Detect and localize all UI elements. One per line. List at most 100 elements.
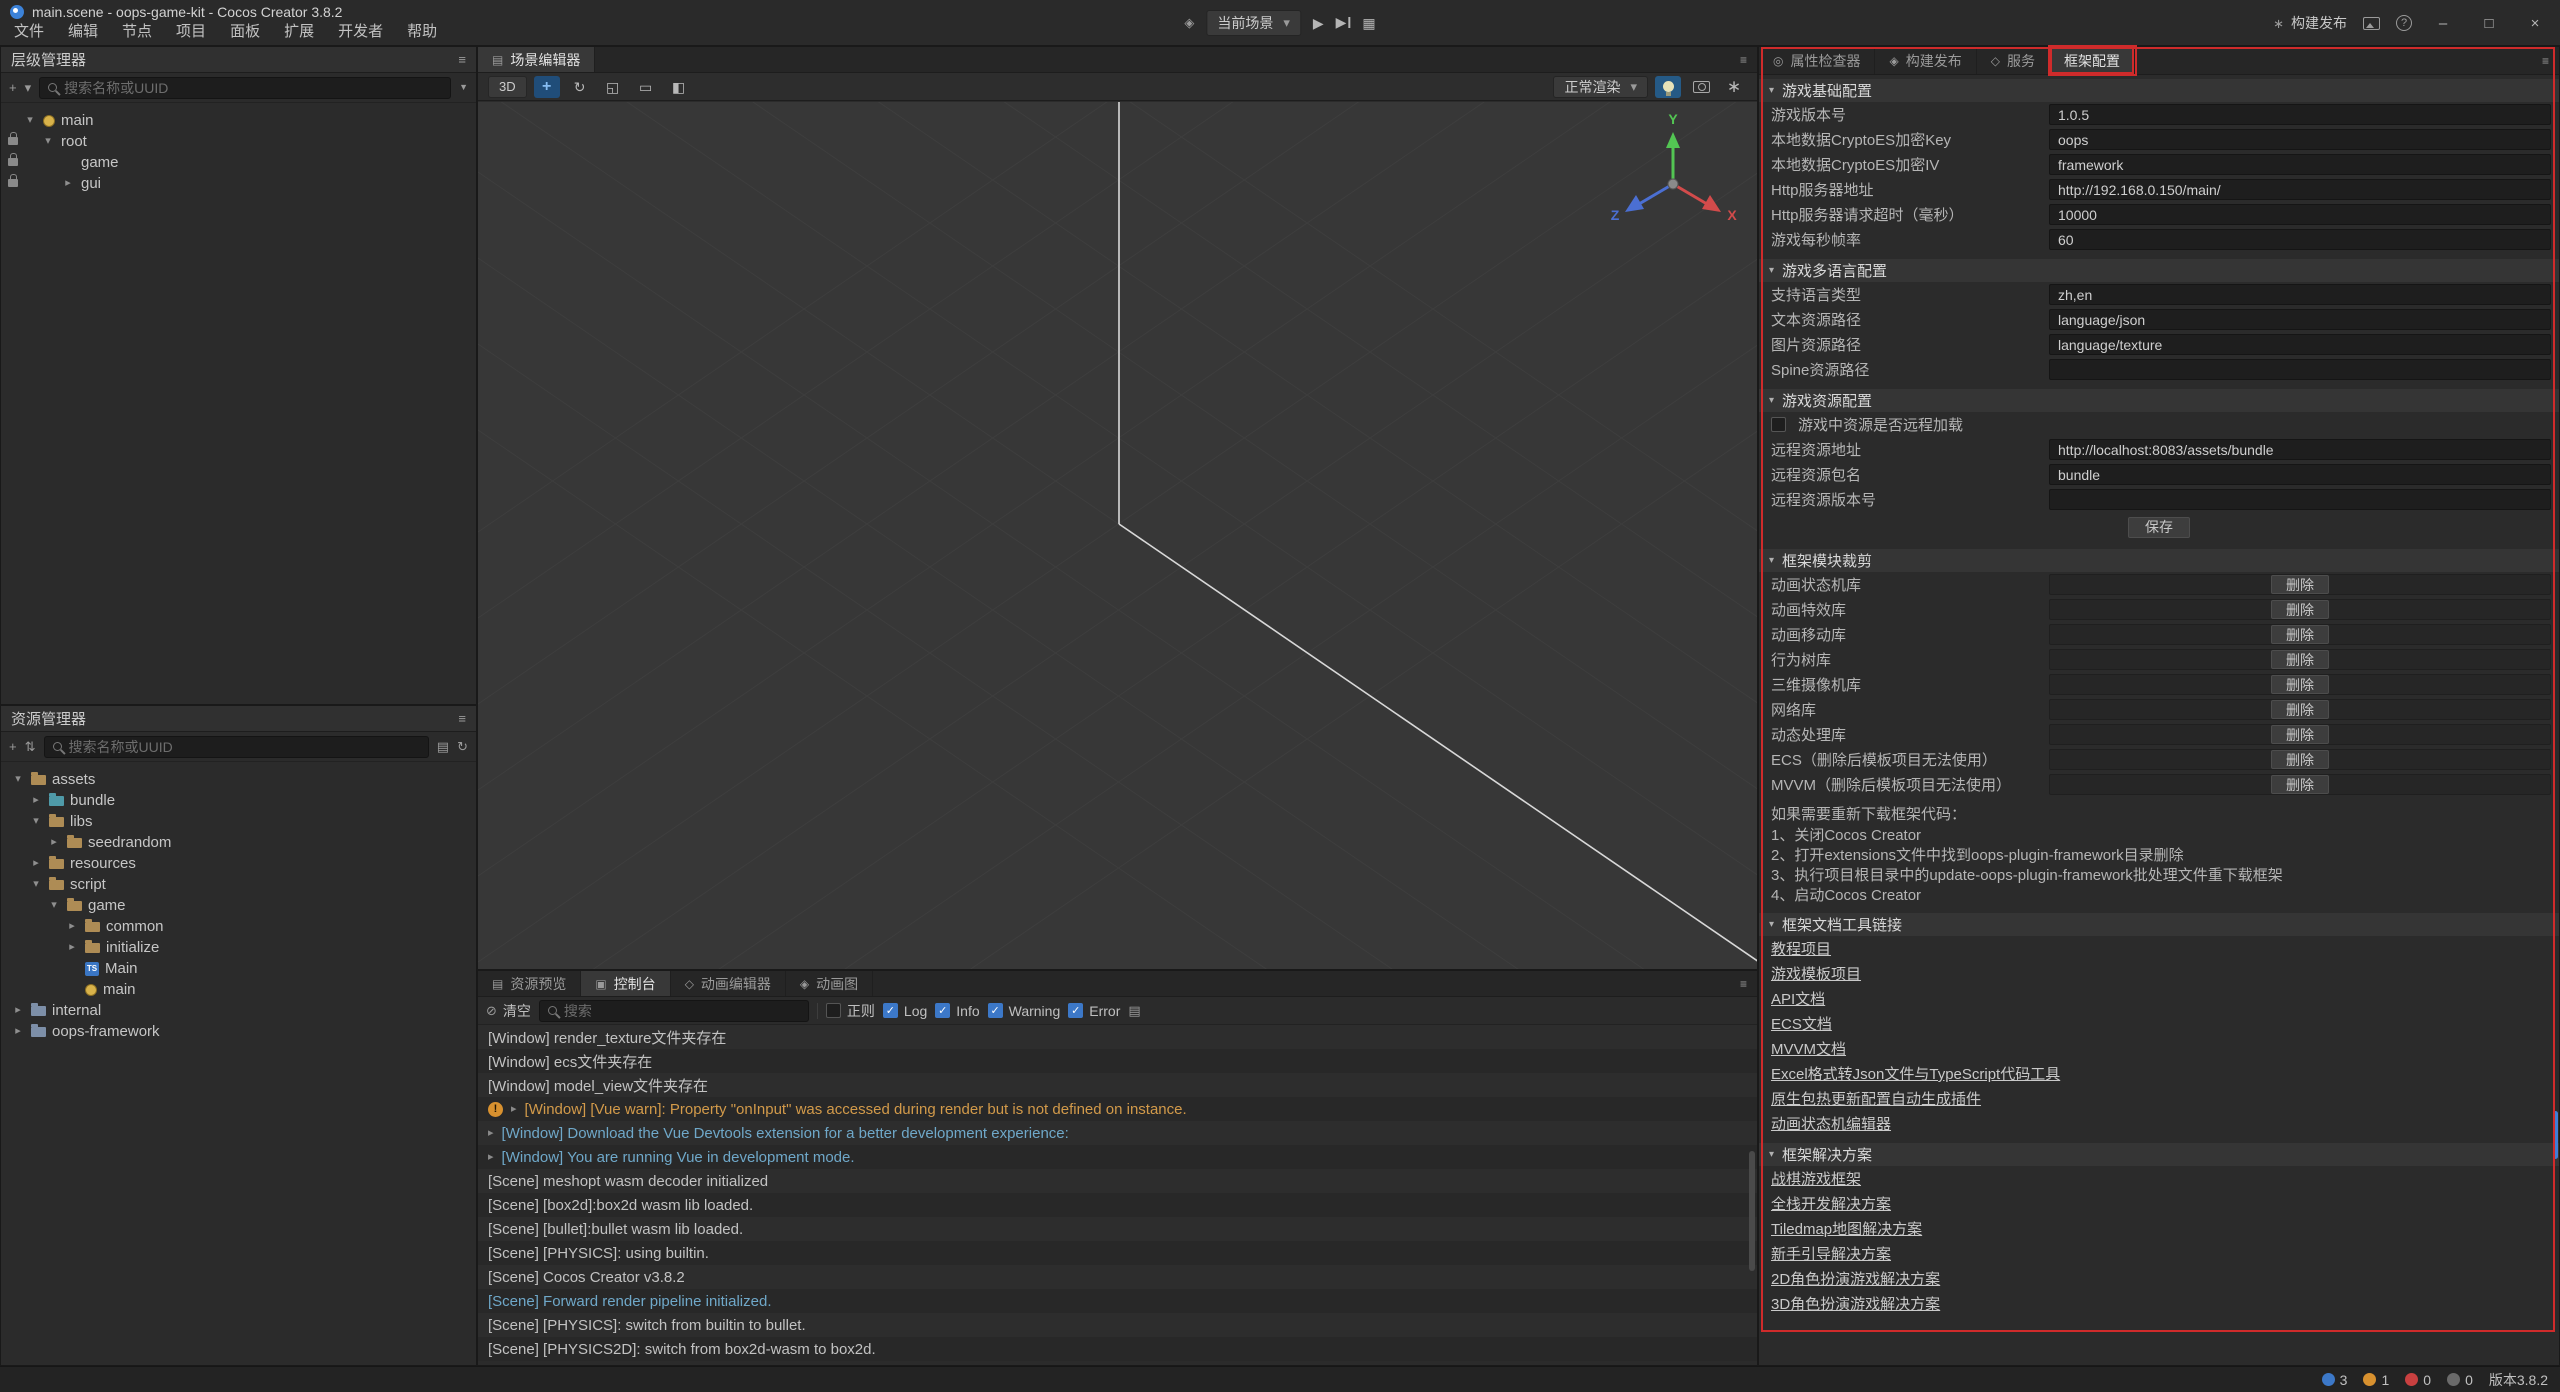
menu-item-developer[interactable]: 开发者	[326, 17, 395, 44]
add-asset-button[interactable]	[9, 740, 17, 753]
delete-button[interactable]: 删除	[2271, 725, 2329, 744]
scene-viewport[interactable]: Y X Z	[478, 102, 1757, 969]
lock-icon[interactable]	[8, 137, 18, 145]
asset-item-oops-framework[interactable]: oops-framework	[1, 1021, 476, 1042]
expand-icon[interactable]	[488, 1152, 494, 1163]
delete-button[interactable]: 删除	[2271, 650, 2329, 669]
field-input[interactable]	[2049, 104, 2551, 125]
console-search-input[interactable]	[564, 1003, 800, 1019]
solution-link[interactable]: 3D角色扮演游戏解决方案	[1771, 1293, 1940, 1314]
assets-search-input[interactable]	[69, 739, 420, 755]
tab-property-inspector[interactable]: 属性检查器	[1759, 47, 1875, 74]
expand-icon[interactable]	[29, 795, 43, 806]
log-row[interactable]: [Window] model_view文件夹存在	[478, 1073, 1757, 1097]
lock-icon[interactable]	[8, 179, 18, 187]
expand-icon[interactable]	[29, 816, 43, 827]
field-input[interactable]	[2049, 334, 2551, 355]
log-row[interactable]: [Scene] [bullet]:bullet wasm lib loaded.	[478, 1217, 1757, 1241]
sort-icon[interactable]	[25, 740, 36, 753]
menu-item-help[interactable]: 帮助	[395, 17, 449, 44]
section-doc-links[interactable]: 框架文档工具链接	[1759, 913, 2559, 936]
filter-info[interactable]: Info	[935, 1003, 979, 1019]
doc-link[interactable]: 教程项目	[1771, 938, 1831, 959]
regex-toggle[interactable]: 正则	[826, 1001, 875, 1021]
log-row[interactable]: [Scene] [PHYSICS]: using builtin.	[478, 1241, 1757, 1265]
menu-item-project[interactable]: 项目	[164, 17, 218, 44]
expand-icon[interactable]	[11, 1026, 25, 1037]
log-row[interactable]: [Scene] meshopt wasm decoder initialized	[478, 1169, 1757, 1193]
list-view-icon[interactable]	[437, 740, 449, 753]
tree-item-gui[interactable]: gui	[1, 173, 476, 194]
lock-icon[interactable]	[8, 158, 18, 166]
delete-button[interactable]: 删除	[2271, 700, 2329, 719]
clear-console-button[interactable]: 清空	[486, 1001, 531, 1021]
expand-icon[interactable]	[47, 837, 61, 848]
tab-services[interactable]: 服务	[1977, 47, 2050, 74]
tab-asset-preview[interactable]: 资源预览	[478, 971, 581, 996]
log-row[interactable]: [Scene] [PHYSICS2D]: switch from box2d-w…	[478, 1337, 1757, 1361]
delete-button[interactable]: 删除	[2271, 775, 2329, 794]
hierarchy-search-input[interactable]	[64, 80, 442, 96]
field-input[interactable]	[2049, 309, 2551, 330]
move-tool-icon[interactable]	[534, 76, 560, 98]
save-button[interactable]: 保存	[2128, 517, 2190, 538]
solution-link[interactable]: 战棋游戏框架	[1771, 1168, 1861, 1189]
filter-icon[interactable]	[459, 83, 468, 92]
error-checkbox[interactable]	[1068, 1003, 1083, 1018]
error-count[interactable]: 0	[2405, 1372, 2431, 1388]
expand-icon[interactable]	[488, 1128, 494, 1139]
solution-link[interactable]: 全栈开发解决方案	[1771, 1193, 1891, 1214]
delete-button[interactable]: 删除	[2271, 675, 2329, 694]
menu-item-file[interactable]: 文件	[2, 17, 56, 44]
render-mode-dropdown[interactable]: 正常渲染	[1553, 76, 1648, 98]
warning-checkbox[interactable]	[988, 1003, 1003, 1018]
tree-item-game[interactable]: game	[1, 152, 476, 173]
asset-item-game[interactable]: game	[1, 895, 476, 916]
node-count[interactable]: 0	[2447, 1372, 2473, 1388]
panel-menu-icon[interactable]	[458, 53, 466, 66]
log-row[interactable]: [Scene] [box2d]:box2d wasm lib loaded.	[478, 1193, 1757, 1217]
camera-settings-button[interactable]	[1688, 76, 1714, 98]
menu-item-panel[interactable]: 面板	[218, 17, 272, 44]
tree-item-main[interactable]: main	[1, 110, 476, 131]
solution-link[interactable]: 新手引导解决方案	[1771, 1243, 1891, 1264]
doc-link[interactable]: MVVM文档	[1771, 1038, 1846, 1059]
tab-animation-graph[interactable]: 动画图	[786, 971, 873, 996]
tab-build-publish[interactable]: 构建发布	[1875, 47, 1976, 74]
projection-toggle-button[interactable]: 3D	[488, 76, 527, 98]
menu-item-extension[interactable]: 扩展	[272, 17, 326, 44]
tree-item-root[interactable]: root	[1, 131, 476, 152]
asset-item-libs[interactable]: libs	[1, 811, 476, 832]
expand-icon[interactable]	[511, 1104, 517, 1115]
expand-icon[interactable]	[29, 858, 43, 869]
expand-icon[interactable]	[23, 115, 37, 126]
log-row-info[interactable]: [Window] Download the Vue Devtools exten…	[478, 1121, 1757, 1145]
doc-link[interactable]: 动画状态机编辑器	[1771, 1113, 1891, 1134]
tab-scene-editor[interactable]: 场景编辑器	[478, 47, 595, 72]
expand-icon[interactable]	[41, 136, 55, 147]
asset-item-bundle[interactable]: bundle	[1, 790, 476, 811]
regex-checkbox[interactable]	[826, 1003, 841, 1018]
log-row[interactable]: [Window] render_texture文件夹存在	[478, 1025, 1757, 1049]
maximize-button[interactable]	[2474, 8, 2504, 38]
layout-button[interactable]	[1362, 16, 1375, 30]
solution-link[interactable]: 2D角色扮演游戏解决方案	[1771, 1268, 1940, 1289]
field-input[interactable]	[2049, 489, 2551, 510]
doc-link[interactable]: ECS文档	[1771, 1013, 1832, 1034]
rotate-tool-icon[interactable]	[567, 76, 593, 98]
log-checkbox[interactable]	[883, 1003, 898, 1018]
asset-item-assets[interactable]: assets	[1, 769, 476, 790]
field-input[interactable]	[2049, 129, 2551, 150]
preview-platform-icon[interactable]	[1184, 16, 1194, 29]
add-node-button[interactable]	[9, 81, 17, 94]
menu-item-node[interactable]: 节点	[110, 17, 164, 44]
filter-log[interactable]: Log	[883, 1003, 927, 1019]
add-node-dropdown-icon[interactable]	[25, 81, 32, 94]
filter-warning[interactable]: Warning	[988, 1003, 1061, 1019]
asset-item-main-scene[interactable]: main	[1, 979, 476, 1000]
menu-item-edit[interactable]: 编辑	[56, 17, 110, 44]
tab-animation-editor[interactable]: 动画编辑器	[671, 971, 786, 996]
warning-count[interactable]: 1	[2363, 1372, 2389, 1388]
field-input[interactable]	[2049, 204, 2551, 225]
expand-icon[interactable]	[11, 774, 25, 785]
